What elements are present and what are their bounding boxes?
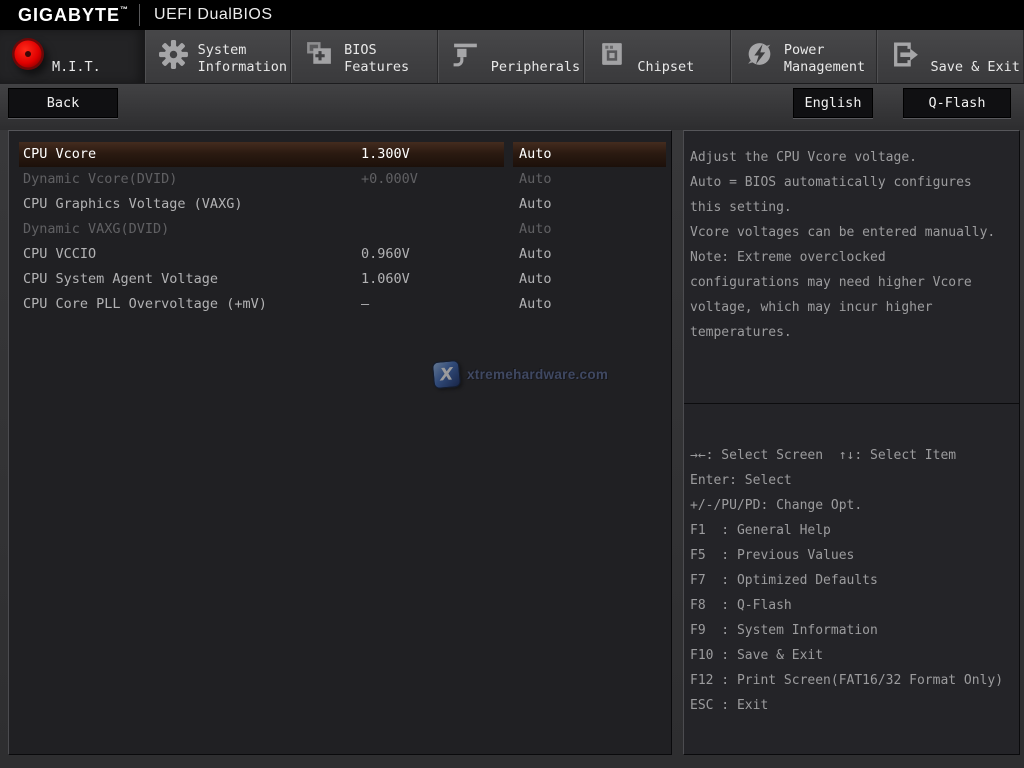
settings-panel: CPU Vcore 1.300V Auto Dynamic Vcore(DVID… [8, 130, 672, 755]
setting-option[interactable]: Auto [519, 242, 552, 267]
help-line: Note: Extreme overclocked [690, 250, 886, 265]
tab-peripherals[interactable]: Peripherals [437, 30, 585, 83]
topbar-divider [139, 4, 141, 26]
setting-option[interactable]: Auto [519, 167, 552, 192]
setting-name: Dynamic VAXG(DVID) [23, 221, 170, 237]
sub-toolbar: Back English Q-Flash [0, 84, 1024, 130]
help-line: this setting. [690, 200, 792, 215]
key-line: F8 : Q-Flash [690, 598, 792, 613]
setting-name: CPU VCCIO [23, 246, 97, 262]
language-button[interactable]: English [793, 88, 873, 118]
setting-name: Dynamic Vcore(DVID) [23, 171, 178, 187]
key-legend: →←: Select Screen ↑↓: Select Item Enter: … [684, 404, 1019, 718]
bios-screen: GIGABYTE™ UEFI DualBIOS M.I.T. System In… [0, 0, 1024, 755]
setting-value: 1.300V [361, 146, 410, 162]
setting-value: +0.000V [361, 171, 418, 187]
setting-option[interactable]: Auto [519, 217, 552, 242]
key-line: F5 : Previous Values [690, 548, 855, 563]
tab-label: M.I.T. [52, 59, 101, 75]
setting-value: 1.060V [361, 271, 410, 287]
tab-chipset[interactable]: Chipset [584, 30, 731, 83]
key-line: F7 : Optimized Defaults [690, 573, 878, 588]
power-management-icon [744, 39, 780, 75]
setting-option[interactable]: Auto [519, 292, 552, 317]
trademark: ™ [120, 4, 130, 14]
key-line: Enter: Select [690, 473, 792, 488]
tab-save-exit[interactable]: Save & Exit [877, 30, 1024, 83]
key-line: F10 : Save & Exit [690, 648, 824, 663]
tab-bios-features[interactable]: BIOS Features [291, 30, 438, 83]
help-line: Vcore voltages can be entered manually. [690, 225, 996, 240]
bios-features-icon [304, 39, 340, 75]
key-line: →←: Select Screen ↑↓: Select Item [690, 448, 957, 463]
help-line: Adjust the CPU Vcore voltage. [690, 150, 917, 165]
setting-name: CPU Vcore [23, 146, 97, 162]
back-button[interactable]: Back [8, 88, 118, 118]
tab-label: System Information [197, 42, 287, 75]
tab-label: Chipset [637, 59, 695, 75]
page-title: UEFI DualBIOS [154, 6, 273, 23]
tab-label: Save & Exit [930, 59, 1020, 75]
key-line: +/-/PU/PD: Change Opt. [690, 498, 863, 513]
tab-label: BIOS Features [344, 42, 410, 75]
help-line: temperatures. [690, 325, 792, 340]
setting-value: – [361, 296, 370, 312]
setting-row[interactable]: CPU VCCIO 0.960V Auto [9, 242, 671, 267]
watermark-text: xtremehardware.com [467, 367, 609, 382]
watermark: X xtremehardware.com [431, 359, 609, 390]
chipset-icon [597, 39, 633, 75]
setting-name: CPU Graphics Voltage (VAXG) [23, 196, 243, 212]
content: CPU Vcore 1.300V Auto Dynamic Vcore(DVID… [0, 130, 1024, 755]
help-line: Auto = BIOS automatically configures [690, 175, 972, 190]
help-text: Adjust the CPU Vcore voltage. Auto = BIOS… [684, 131, 1019, 404]
brand-text: GIGABYTE [18, 4, 121, 25]
tab-mit[interactable]: M.I.T. [0, 30, 145, 83]
xtremehardware-logo-icon: X [431, 359, 462, 390]
setting-name: CPU System Agent Voltage [23, 271, 219, 287]
help-line: voltage, which may incur higher [690, 300, 933, 315]
gigabyte-logo: GIGABYTE™ [0, 5, 129, 26]
setting-option[interactable]: Auto [519, 192, 552, 217]
setting-row[interactable]: Dynamic Vcore(DVID) +0.000V Auto [9, 167, 671, 192]
tab-label: Power Management [783, 42, 866, 75]
key-line: ESC : Exit [690, 698, 769, 713]
tab-bar: M.I.T. System Information BIOS Features … [0, 30, 1024, 84]
topbar: GIGABYTE™ UEFI DualBIOS [0, 0, 1024, 30]
qflash-button[interactable]: Q-Flash [903, 88, 1011, 118]
tab-system-information[interactable]: System Information [144, 30, 292, 83]
tab-label: Peripherals [490, 59, 581, 75]
key-line: F9 : System Information [690, 623, 878, 638]
settings-rows: CPU Vcore 1.300V Auto Dynamic Vcore(DVID… [9, 131, 671, 317]
setting-row[interactable]: Dynamic VAXG(DVID) Auto [9, 217, 671, 242]
tab-power-management[interactable]: Power Management [730, 30, 878, 83]
key-line: F1 : General Help [690, 523, 831, 538]
setting-value: 0.960V [361, 246, 410, 262]
help-panel: Adjust the CPU Vcore voltage. Auto = BIOS… [683, 130, 1020, 755]
setting-row[interactable]: CPU Graphics Voltage (VAXG) Auto [9, 192, 671, 217]
setting-row[interactable]: CPU Vcore 1.300V Auto [9, 142, 671, 167]
setting-option[interactable]: Auto [519, 267, 552, 292]
system-information-icon [158, 39, 194, 75]
save-exit-icon [890, 39, 926, 75]
mit-icon [10, 36, 46, 72]
setting-name: CPU Core PLL Overvoltage (+mV) [23, 296, 267, 312]
setting-row[interactable]: CPU System Agent Voltage 1.060V Auto [9, 267, 671, 292]
key-line: F12 : Print Screen(FAT16/32 Format Only) [690, 673, 1004, 688]
help-line: configurations may need higher Vcore [690, 275, 972, 290]
peripherals-icon [451, 39, 487, 75]
setting-row[interactable]: CPU Core PLL Overvoltage (+mV) – Auto [9, 292, 671, 317]
setting-option[interactable]: Auto [519, 142, 552, 167]
